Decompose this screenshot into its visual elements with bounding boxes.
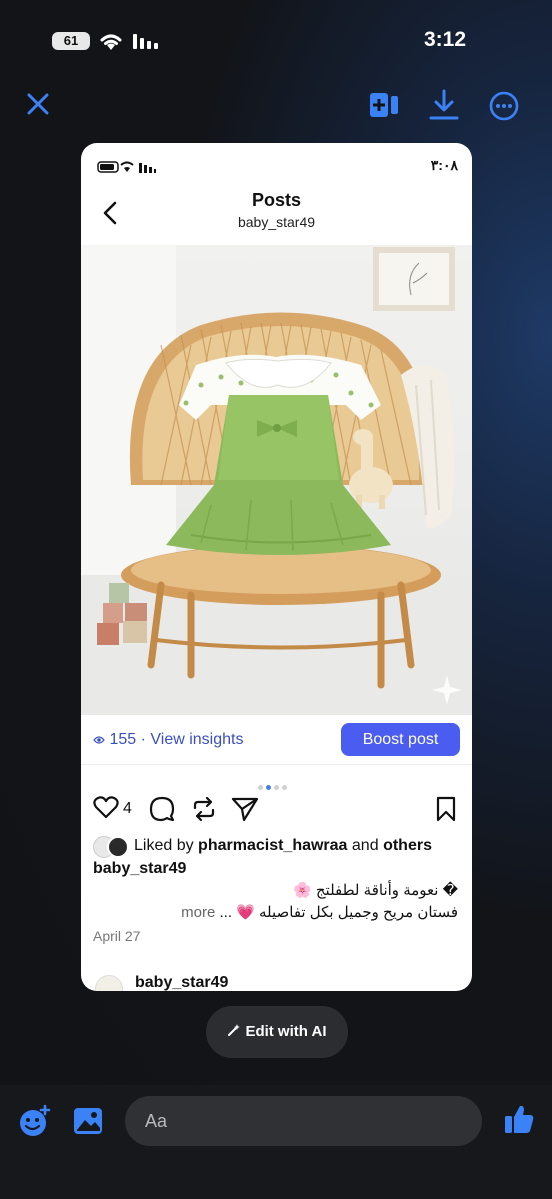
eye-icon [93,736,105,744]
caption-more-link[interactable]: more [181,904,215,921]
next-post-username[interactable]: baby_star49 [135,974,228,991]
wifi-icon [100,34,122,50]
page-subtitle-username: baby_star49 [237,214,316,230]
separator: · [140,731,146,748]
caption-line-2-text: فستان مريح وجميل بكل تفاصيله 💗 ... [219,904,458,921]
view-count: 155 [109,731,137,748]
signal-icon [133,34,158,49]
liker-avatar [107,836,129,858]
next-post-avatar[interactable] [95,975,123,991]
post-date: April 27 [93,928,141,944]
inner-status-time: ٣:٠٨ [430,157,458,173]
view-insights-link[interactable]: 155 · View insights [93,731,243,749]
battery-indicator: 61 [52,32,90,50]
comment-icon[interactable] [149,796,175,822]
message-input[interactable]: Aa [125,1096,482,1146]
boost-post-button[interactable]: Boost post [341,723,460,756]
add-to-story-icon[interactable] [368,90,400,120]
heart-icon[interactable] [93,796,119,820]
view-insights-label: View insights [150,731,244,748]
liked-by-text[interactable]: Liked by pharmacist_hawraa and others [134,837,432,855]
magic-wand-icon [228,1024,241,1036]
caption-username[interactable]: baby_star49 [93,860,186,878]
edit-with-ai-button[interactable]: Edit with AI [206,1006,348,1058]
liked-by-user[interactable]: pharmacist_hawraa [198,837,347,854]
download-icon[interactable] [428,88,460,122]
insights-bar: 155 · View insights Boost post [81,715,472,765]
thumbs-up-icon[interactable] [503,1103,535,1135]
caption-line-2: فستان مريح وجميل بكل تفاصيله 💗 ... more [88,903,458,921]
more-options-icon[interactable] [488,90,520,122]
status-time: 3:12 [423,28,467,51]
post-photo[interactable] [81,245,472,715]
liked-by-prefix: Liked by [134,837,194,854]
like-count: 4 [123,800,132,817]
caption-line-1: � نعومة وأناقة لطفلتج 🌸 [293,882,458,899]
carousel-dot [282,785,287,790]
carousel-dot-active [266,785,271,790]
gallery-icon[interactable] [72,1106,104,1136]
liked-by-and: and [351,837,379,854]
edit-with-ai-label: Edit with AI [245,1023,327,1040]
carousel-dot [274,785,279,790]
send-icon[interactable] [231,796,259,822]
dress-on-chair-image [81,245,472,715]
liked-by-others[interactable]: others [383,837,432,854]
inner-status-icons [97,161,156,173]
carousel-indicator [258,777,290,795]
page-title: Posts [251,190,302,210]
carousel-dot [258,785,263,790]
add-sticker-icon[interactable] [18,1104,52,1138]
repost-icon[interactable] [191,796,217,822]
bookmark-icon[interactable] [435,796,457,822]
close-icon[interactable] [22,88,54,120]
shared-screenshot[interactable]: ٣:٠٨ Posts baby_star49 155 · View insigh… [81,143,472,991]
